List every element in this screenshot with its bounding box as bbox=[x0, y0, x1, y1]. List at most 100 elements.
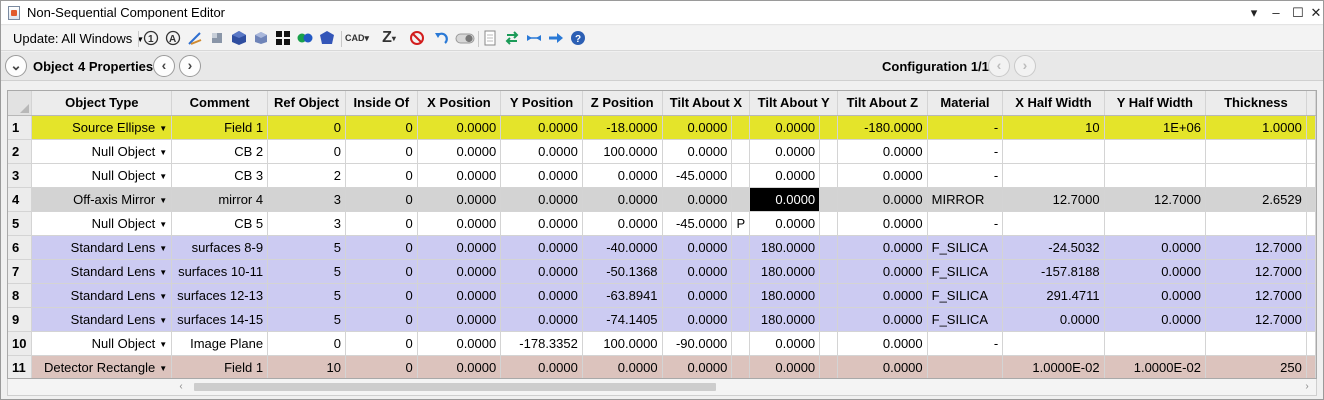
thickness-cell[interactable]: 12.7000 bbox=[1205, 235, 1307, 260]
object-type-cell[interactable]: Null Object ▼ bbox=[31, 211, 173, 236]
inside-of-cell[interactable]: 0 bbox=[345, 235, 418, 260]
comment-cell[interactable]: surfaces 14-15 bbox=[171, 307, 269, 332]
table-row[interactable]: 7 Standard Lens ▼ surfaces 10-11 5 0 0.0000 0.0… bbox=[8, 259, 1316, 284]
tilt-y-cell[interactable]: 0.0000 bbox=[749, 139, 821, 164]
material-cell[interactable]: F_SILICA bbox=[927, 235, 1004, 260]
tilt-x-cell[interactable]: -45.0000 bbox=[662, 211, 733, 236]
tilt-z-cell[interactable]: 0.0000 bbox=[837, 331, 928, 356]
dropdown-caret-icon[interactable]: ▼ bbox=[159, 292, 167, 301]
comment-cell[interactable]: mirror 4 bbox=[171, 187, 269, 212]
undo-arrow-icon[interactable] bbox=[433, 30, 449, 46]
hexagon-icon[interactable] bbox=[319, 30, 335, 46]
table-row[interactable]: 5 Null Object ▼ CB 5 3 0 0.0000 0.0000 0.0000 -45… bbox=[8, 211, 1316, 236]
column-header[interactable]: Ref Object bbox=[267, 91, 346, 116]
x-half-width-cell[interactable]: 291.4711 bbox=[1002, 283, 1105, 308]
row-number[interactable]: 7 bbox=[8, 259, 33, 284]
tilt-x-solve-cell[interactable]: P bbox=[731, 211, 751, 236]
x-half-width-cell[interactable]: 0.0000 bbox=[1002, 307, 1105, 332]
dropdown-caret-icon[interactable]: ▼ bbox=[159, 244, 167, 253]
z-position-cell[interactable]: -63.8941 bbox=[582, 283, 663, 308]
ref-object-cell[interactable]: 5 bbox=[267, 259, 346, 284]
row-number[interactable]: 3 bbox=[8, 163, 33, 188]
layout-grid-icon[interactable] bbox=[275, 30, 291, 46]
object-type-cell[interactable]: Standard Lens ▼ bbox=[31, 283, 173, 308]
column-header[interactable]: Tilt About Z bbox=[837, 91, 928, 116]
z-menu-button[interactable]: Z ▾ bbox=[379, 29, 399, 46]
y-half-width-cell[interactable]: 1E+06 bbox=[1104, 115, 1206, 140]
table-row[interactable]: 1 Source Ellipse ▼ Field 1 0 0 0.0000 0.0000 -18… bbox=[8, 115, 1316, 140]
collapse-arrows-icon[interactable] bbox=[526, 30, 542, 46]
y-half-width-cell[interactable] bbox=[1104, 163, 1206, 188]
inside-of-cell[interactable]: 0 bbox=[345, 259, 418, 284]
y-position-cell[interactable]: 0.0000 bbox=[500, 355, 583, 378]
comment-cell[interactable]: Image Plane bbox=[171, 331, 269, 356]
table-row[interactable]: 10 Null Object ▼ Image Plane 0 0 0.0000 -178.33… bbox=[8, 331, 1316, 356]
tilt-y-solve-cell[interactable] bbox=[819, 235, 838, 260]
tilt-x-solve-cell[interactable] bbox=[731, 235, 751, 260]
object-type-cell[interactable]: Standard Lens ▼ bbox=[31, 259, 173, 284]
inside-of-cell[interactable]: 0 bbox=[345, 163, 418, 188]
comment-cell[interactable]: surfaces 10-11 bbox=[171, 259, 269, 284]
x-position-cell[interactable]: 0.0000 bbox=[417, 355, 502, 378]
ref-object-cell[interactable]: 10 bbox=[267, 355, 346, 378]
y-position-cell[interactable]: 0.0000 bbox=[500, 259, 583, 284]
tilt-z-cell[interactable]: -180.0000 bbox=[837, 115, 928, 140]
x-position-cell[interactable]: 0.0000 bbox=[417, 259, 502, 284]
z-position-cell[interactable]: 0.0000 bbox=[582, 187, 663, 212]
table-row[interactable]: 6 Standard Lens ▼ surfaces 8-9 5 0 0.0000 0.000… bbox=[8, 235, 1316, 260]
column-header[interactable]: Tilt About X bbox=[662, 91, 751, 116]
y-position-cell[interactable]: 0.0000 bbox=[500, 307, 583, 332]
ref-object-cell[interactable]: 0 bbox=[267, 331, 346, 356]
previous-configuration-button[interactable]: ‹ bbox=[988, 55, 1010, 77]
y-half-width-cell[interactable]: 0.0000 bbox=[1104, 307, 1206, 332]
tilt-x-solve-cell[interactable] bbox=[731, 331, 751, 356]
z-position-cell[interactable]: 0.0000 bbox=[582, 211, 663, 236]
material-cell[interactable]: - bbox=[927, 211, 1004, 236]
row-number[interactable]: 9 bbox=[8, 307, 33, 332]
dropdown-caret-icon[interactable]: ▼ bbox=[159, 172, 167, 181]
dropdown-caret-icon[interactable]: ▼ bbox=[159, 316, 167, 325]
object-type-cell[interactable]: Standard Lens ▼ bbox=[31, 307, 173, 332]
grid-corner[interactable] bbox=[8, 91, 33, 116]
x-half-width-cell[interactable]: 10 bbox=[1002, 115, 1105, 140]
y-half-width-cell[interactable] bbox=[1104, 331, 1206, 356]
tilt-z-cell[interactable]: 0.0000 bbox=[837, 259, 928, 284]
tilt-x-solve-cell[interactable] bbox=[731, 163, 751, 188]
material-cell[interactable] bbox=[927, 355, 1004, 378]
comment-cell[interactable]: Field 1 bbox=[171, 355, 269, 378]
x-position-cell[interactable]: 0.0000 bbox=[417, 307, 502, 332]
comment-cell[interactable]: surfaces 12-13 bbox=[171, 283, 269, 308]
y-position-cell[interactable]: -178.3352 bbox=[500, 331, 583, 356]
tilt-y-solve-cell[interactable] bbox=[819, 259, 838, 284]
y-position-cell[interactable]: 0.0000 bbox=[500, 187, 583, 212]
z-position-cell[interactable]: 0.0000 bbox=[582, 163, 663, 188]
tilt-z-cell[interactable]: 0.0000 bbox=[837, 283, 928, 308]
thickness-cell[interactable]: 12.7000 bbox=[1205, 307, 1307, 332]
thickness-cell[interactable] bbox=[1205, 163, 1307, 188]
y-position-cell[interactable]: 0.0000 bbox=[500, 235, 583, 260]
dropdown-caret-icon[interactable]: ▼ bbox=[159, 148, 167, 157]
y-position-cell[interactable]: 0.0000 bbox=[500, 139, 583, 164]
column-header[interactable]: Tilt About Y bbox=[749, 91, 838, 116]
x-position-cell[interactable]: 0.0000 bbox=[417, 331, 502, 356]
inside-of-cell[interactable]: 0 bbox=[345, 115, 418, 140]
tilt-y-solve-cell[interactable] bbox=[819, 115, 838, 140]
table-row[interactable]: 11 Detector Rectangle ▼ Field 1 10 0 0.0000 0.0… bbox=[8, 355, 1316, 378]
comment-cell[interactable]: Field 1 bbox=[171, 115, 269, 140]
row-number[interactable]: 5 bbox=[8, 211, 33, 236]
tilt-x-solve-cell[interactable] bbox=[731, 139, 751, 164]
column-header[interactable]: Material bbox=[927, 91, 1004, 116]
thickness-cell[interactable] bbox=[1205, 331, 1307, 356]
material-cell[interactable]: - bbox=[927, 163, 1004, 188]
material-cell[interactable]: F_SILICA bbox=[927, 259, 1004, 284]
row-number[interactable]: 2 bbox=[8, 139, 33, 164]
column-header[interactable]: Y Position bbox=[500, 91, 583, 116]
y-position-cell[interactable]: 0.0000 bbox=[500, 211, 583, 236]
y-half-width-cell[interactable]: 12.7000 bbox=[1104, 187, 1206, 212]
tilt-y-solve-cell[interactable] bbox=[819, 355, 838, 378]
ref-object-cell[interactable]: 0 bbox=[267, 115, 346, 140]
x-half-width-cell[interactable] bbox=[1002, 163, 1105, 188]
object-type-cell[interactable]: Detector Rectangle ▼ bbox=[31, 355, 173, 378]
table-row[interactable]: 4 Off-axis Mirror ▼ mirror 4 3 0 0.0000 0.0000 0… bbox=[8, 187, 1316, 212]
table-row[interactable]: 9 Standard Lens ▼ surfaces 14-15 5 0 0.0000 0.0… bbox=[8, 307, 1316, 332]
